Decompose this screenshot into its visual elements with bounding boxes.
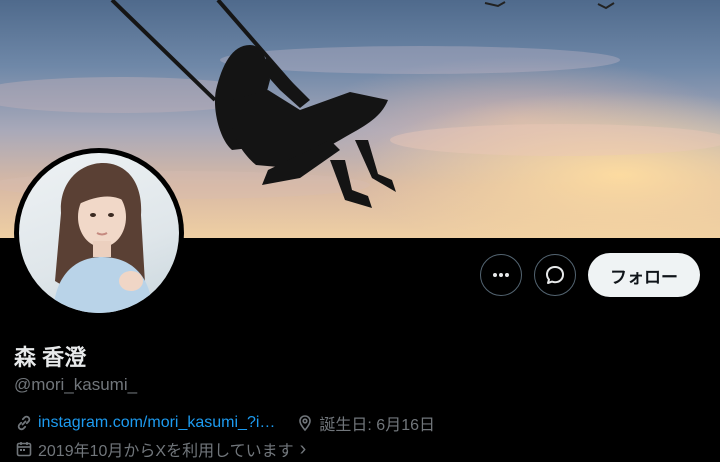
profile-actions: フォロー <box>480 253 700 297</box>
user-handle: @mori_kasumi_ <box>14 375 138 394</box>
location-pin-icon <box>295 413 315 433</box>
more-button[interactable] <box>480 254 522 296</box>
birthday-info: 誕生日: 6月16日 <box>295 411 435 435</box>
follow-button[interactable]: フォロー <box>588 253 700 297</box>
more-dots-icon <box>493 273 509 277</box>
avatar-photo <box>19 153 179 313</box>
chevron-right-icon[interactable]: › <box>300 439 307 459</box>
joined-info: 2019年10月からXを利用しています › <box>14 437 306 461</box>
profile-link-text[interactable]: instagram.com/mori_kasumi_?i… <box>38 414 275 432</box>
profile-link[interactable]: instagram.com/mori_kasumi_?i… <box>14 413 275 433</box>
birthday-text: 誕生日: 6月16日 <box>319 417 435 434</box>
link-icon <box>14 413 34 433</box>
avatar-portrait-illustration <box>53 163 153 313</box>
display-name: 森 香澄 <box>14 345 87 370</box>
joined-text: 2019年10月からXを利用しています <box>38 443 294 460</box>
profile-avatar[interactable] <box>14 148 184 318</box>
calendar-icon <box>14 439 34 459</box>
profile-meta: instagram.com/mori_kasumi_?i… 誕生日: 6月16日 <box>14 411 435 435</box>
message-button[interactable] <box>534 254 576 296</box>
message-bubble-icon <box>546 266 564 284</box>
